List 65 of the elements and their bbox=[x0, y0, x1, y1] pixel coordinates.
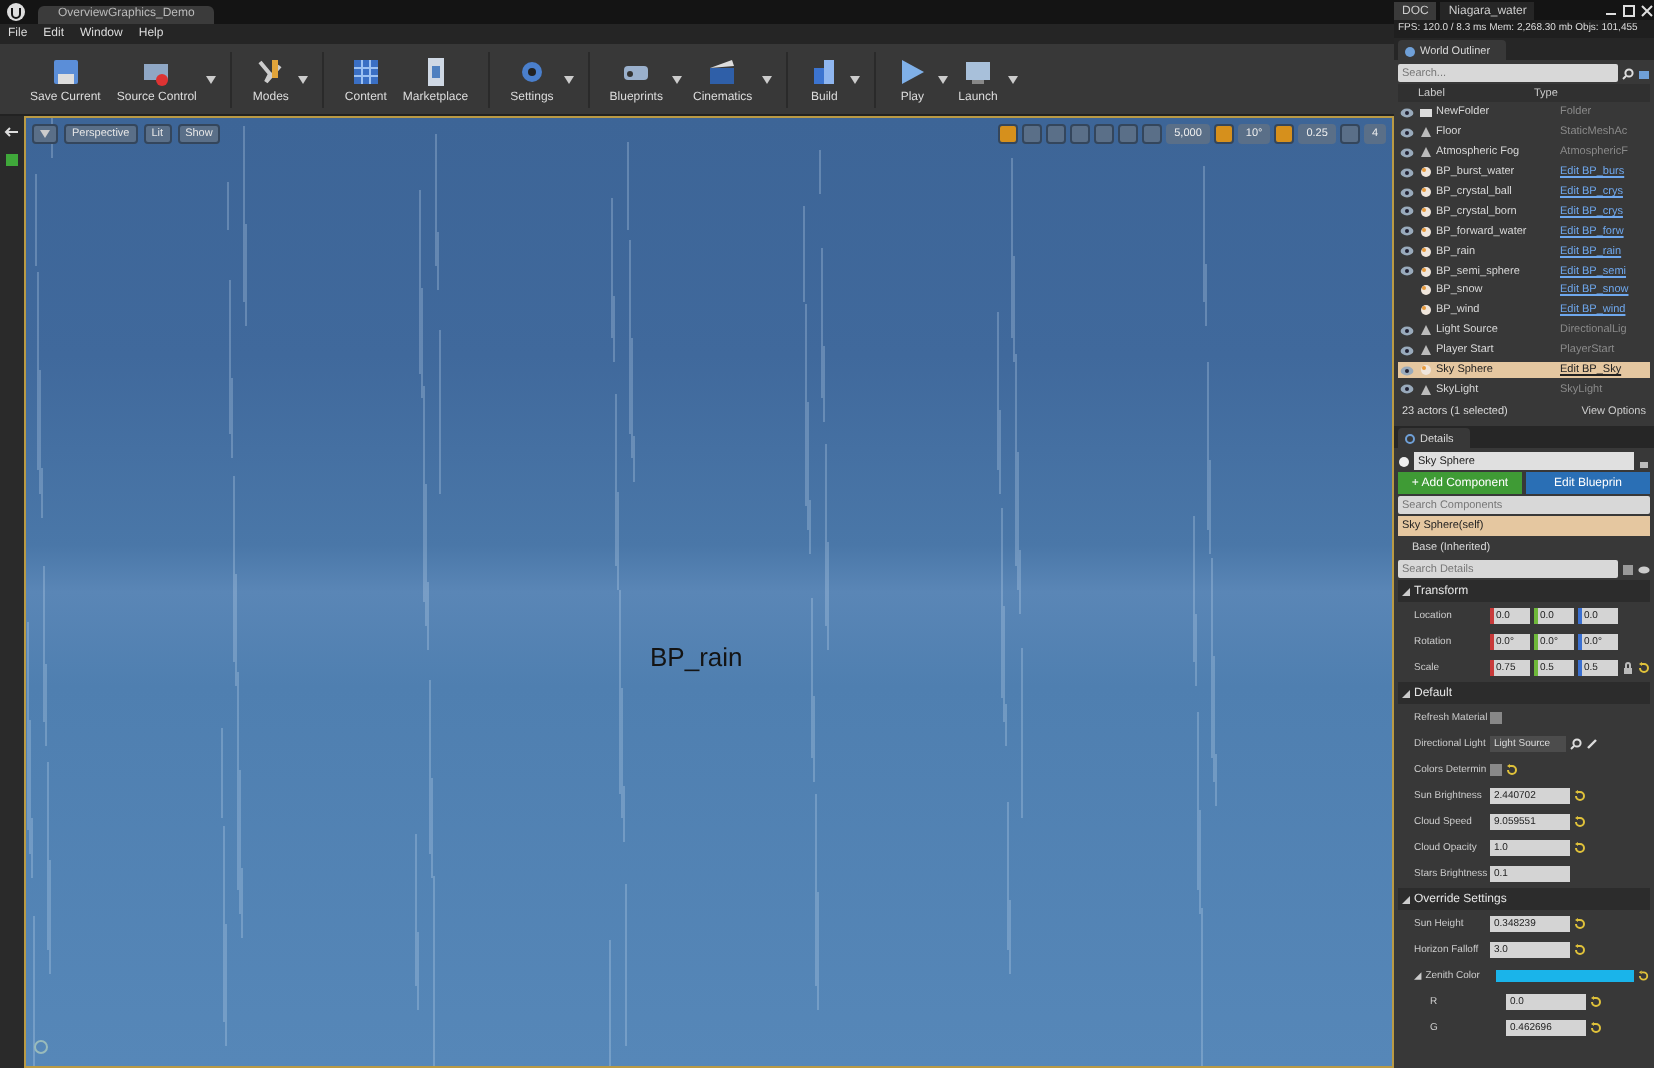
caret-icon[interactable] bbox=[762, 75, 773, 83]
folder-icon bbox=[1420, 106, 1432, 119]
transform-tool-icon[interactable] bbox=[998, 124, 1019, 144]
content-icon bbox=[349, 55, 382, 87]
reset-arrow-icon[interactable] bbox=[1574, 816, 1586, 829]
eye-icon[interactable] bbox=[1400, 246, 1414, 257]
maximize-icon[interactable] bbox=[1622, 3, 1636, 17]
eye-icon[interactable] bbox=[1400, 127, 1414, 138]
eye-icon[interactable] bbox=[1400, 266, 1414, 277]
mode-icon[interactable] bbox=[4, 152, 20, 168]
eye-icon[interactable] bbox=[1400, 107, 1414, 118]
arrow-left-icon[interactable] bbox=[4, 124, 20, 140]
eye-icon[interactable] bbox=[1400, 384, 1414, 395]
caret-icon[interactable] bbox=[206, 75, 217, 83]
search-icon[interactable] bbox=[1570, 738, 1582, 751]
snap-toggle-icon[interactable] bbox=[1213, 124, 1234, 144]
actor-icon bbox=[1420, 383, 1432, 396]
expanded-arrow-icon[interactable] bbox=[1402, 895, 1410, 904]
sphere-icon bbox=[1420, 364, 1432, 377]
expanded-arrow-icon[interactable] bbox=[1414, 972, 1422, 981]
snap-toggle-icon[interactable] bbox=[1142, 124, 1163, 144]
expanded-arrow-icon[interactable] bbox=[1402, 587, 1410, 596]
eye-icon[interactable] bbox=[1400, 345, 1414, 356]
expanded-arrow-icon[interactable] bbox=[1402, 689, 1410, 698]
eye-icon[interactable] bbox=[1638, 563, 1650, 576]
lock-icon[interactable] bbox=[1622, 662, 1634, 675]
color-swatch[interactable] bbox=[1496, 970, 1635, 983]
reset-arrow-icon[interactable] bbox=[1574, 790, 1586, 803]
search-icon[interactable] bbox=[1622, 67, 1634, 79]
eye-icon[interactable] bbox=[1400, 147, 1414, 158]
eye-icon[interactable] bbox=[1400, 325, 1414, 336]
actor-label: BP_rain bbox=[650, 642, 743, 672]
eye-icon[interactable] bbox=[1400, 167, 1414, 178]
grid-icon[interactable] bbox=[1622, 563, 1634, 576]
add-folder-icon[interactable] bbox=[1638, 67, 1650, 79]
sphere-icon bbox=[1398, 455, 1410, 468]
caret-icon[interactable] bbox=[850, 75, 861, 83]
caret-icon[interactable] bbox=[1007, 75, 1018, 83]
play-icon bbox=[896, 55, 929, 87]
viewport-menu-button[interactable] bbox=[32, 124, 58, 144]
close-icon[interactable] bbox=[1640, 3, 1654, 17]
caret-icon[interactable] bbox=[672, 75, 683, 83]
caret-icon[interactable] bbox=[938, 75, 949, 83]
modes-icon bbox=[254, 55, 287, 87]
caret-icon[interactable] bbox=[40, 130, 50, 138]
reset-arrow-icon[interactable] bbox=[1638, 970, 1650, 983]
snap-toggle-icon[interactable] bbox=[1274, 124, 1295, 144]
caret-icon[interactable] bbox=[563, 75, 574, 83]
reset-arrow-icon[interactable] bbox=[1574, 842, 1586, 855]
reset-arrow-icon[interactable] bbox=[1590, 996, 1602, 1009]
eye-icon[interactable] bbox=[1400, 206, 1414, 217]
checkbox[interactable] bbox=[1490, 712, 1502, 725]
reset-arrow-icon[interactable] bbox=[1574, 918, 1586, 931]
reset-arrow-icon[interactable] bbox=[1590, 1022, 1602, 1035]
eye-icon[interactable] bbox=[1400, 365, 1414, 376]
reset-arrow-icon[interactable] bbox=[1638, 662, 1650, 675]
eye-icon[interactable] bbox=[1400, 187, 1414, 197]
caret-icon[interactable] bbox=[298, 75, 309, 83]
cinematics-icon bbox=[706, 55, 739, 87]
checkbox[interactable] bbox=[1490, 764, 1502, 777]
save-icon bbox=[49, 55, 82, 87]
reset-arrow-icon[interactable] bbox=[1574, 944, 1586, 957]
snap-toggle-icon[interactable] bbox=[1339, 124, 1360, 144]
eye-icon[interactable] bbox=[1400, 226, 1414, 237]
reset-arrow-icon[interactable] bbox=[1506, 764, 1518, 777]
